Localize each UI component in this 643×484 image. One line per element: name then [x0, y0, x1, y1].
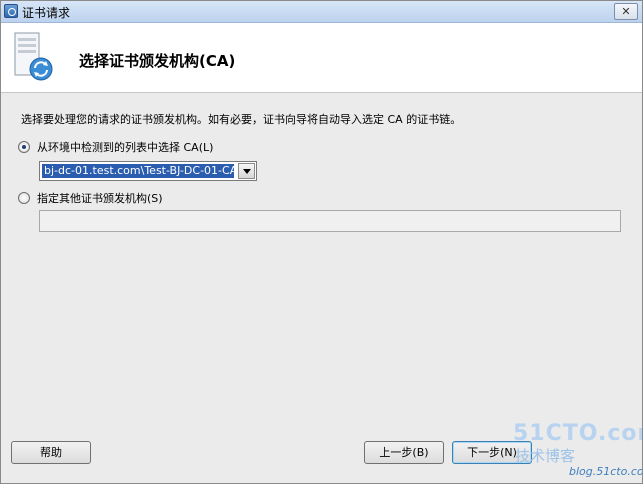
back-button[interactable]: 上一步(B)	[364, 441, 444, 464]
ca-select-value: bj-dc-01.test.com\Test-BJ-DC-01-CA	[41, 163, 235, 179]
page-title: 选择证书颁发机构(CA)	[79, 52, 236, 70]
radio-button-checked[interactable]	[18, 141, 30, 153]
wizard-header: 选择证书颁发机构(CA)	[1, 23, 642, 93]
radio-detected-ca[interactable]: 从环境中检测到的列表中选择 CA(L)	[18, 139, 213, 155]
certificate-request-window: 证书请求 ✕ 选择证书颁发机构(CA) 选择要处理您的请求的证书颁发机构。如有必…	[0, 0, 643, 484]
window-title: 证书请求	[22, 6, 71, 20]
watermark-main: 51CTO.com	[513, 421, 642, 446]
close-button[interactable]: ✕	[614, 3, 638, 20]
radio-button-unchecked[interactable]	[18, 192, 30, 204]
radio-other-ca[interactable]: 指定其他证书颁发机构(S)	[18, 190, 163, 206]
other-ca-input[interactable]	[39, 210, 621, 232]
watermark-sub: 技术博客	[515, 447, 576, 465]
watermark-site: blog.51cto.com	[569, 465, 643, 478]
help-button[interactable]: 帮助	[11, 441, 91, 464]
title-bar[interactable]: 证书请求 ✕	[1, 1, 642, 23]
instruction-text: 选择要处理您的请求的证书颁发机构。如有必要，证书向导将自动导入选定 CA 的证书…	[21, 113, 462, 126]
radio-other-label: 指定其他证书颁发机构(S)	[37, 192, 163, 205]
radio-detected-label: 从环境中检测到的列表中选择 CA(L)	[37, 141, 214, 154]
ca-select-dropdown[interactable]: bj-dc-01.test.com\Test-BJ-DC-01-CA	[39, 161, 257, 181]
chevron-down-icon[interactable]	[238, 163, 255, 179]
watermark: 51CTO.com 技术博客 blog.51cto.com	[513, 421, 643, 481]
certificate-icon	[4, 4, 18, 18]
server-refresh-icon	[14, 32, 53, 81]
